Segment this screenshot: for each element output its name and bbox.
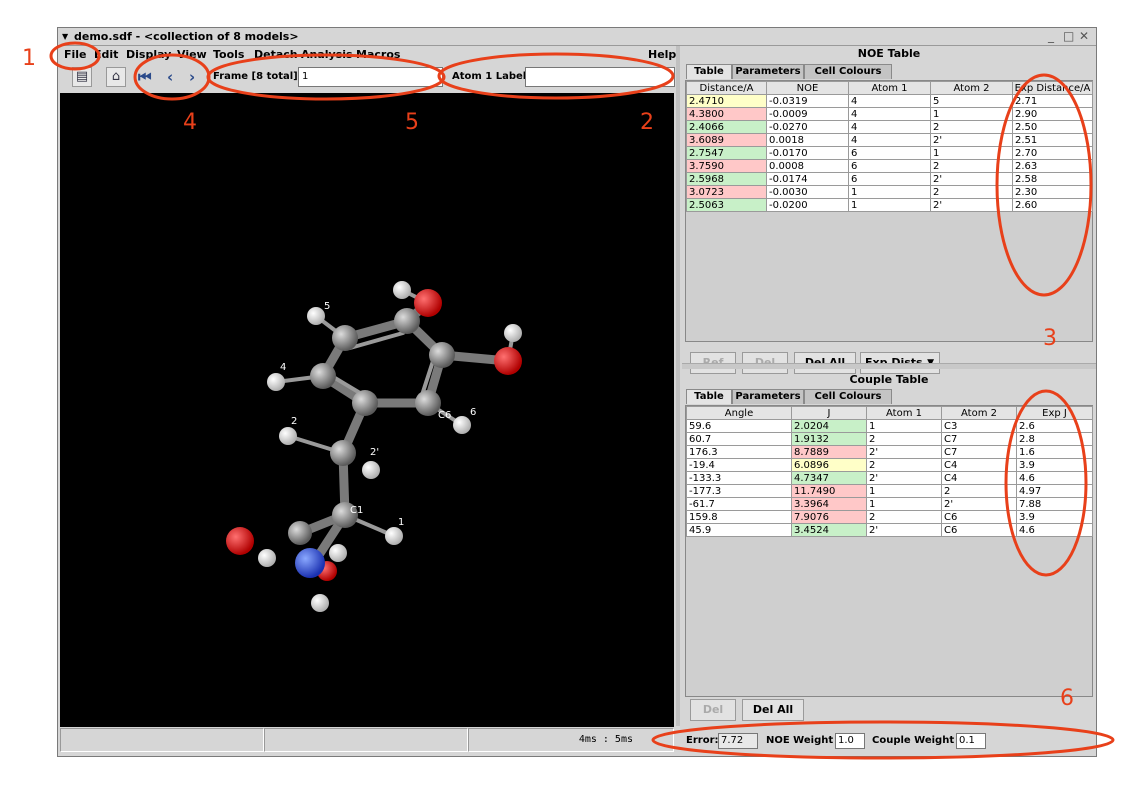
annotation-3: 3 <box>1043 326 1057 351</box>
annotation-overlay <box>49 41 1115 760</box>
annotation-6: 6 <box>1060 686 1074 711</box>
annotation-4: 4 <box>183 110 197 135</box>
annotation-5: 5 <box>405 110 419 135</box>
annotation-1: 1 <box>22 46 36 71</box>
annotation-2: 2 <box>640 110 654 135</box>
